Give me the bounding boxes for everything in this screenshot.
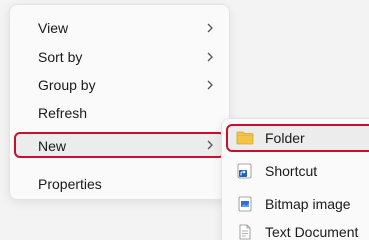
chevron-right-icon [207,80,213,90]
submenu-item-label: Text Document [265,224,359,240]
menu-item-view[interactable]: View [14,15,225,41]
desktop-context-menu-screenshot: View Sort by Group by Refresh New Proper… [0,0,369,240]
menu-item-sort-by[interactable]: Sort by [14,44,225,70]
shortcut-icon [237,163,252,179]
menu-item-label: Group by [38,77,96,93]
bitmap-image-icon [238,196,252,212]
submenu-item-label: Shortcut [265,163,318,179]
menu-item-label: View [38,20,69,36]
menu-item-refresh[interactable]: Refresh [14,100,225,126]
chevron-right-icon [207,52,213,62]
new-submenu: Folder Shortcut Bitmap image Text Docume… [221,118,369,240]
menu-item-label: Sort by [38,49,83,65]
text-document-icon [239,224,251,240]
menu-item-group-by[interactable]: Group by [14,72,225,98]
submenu-item-shortcut[interactable]: Shortcut [226,157,369,185]
submenu-item-folder[interactable]: Folder [226,124,369,152]
submenu-item-label: Folder [265,130,305,146]
menu-item-properties[interactable]: Properties [14,171,225,197]
chevron-right-icon [207,140,213,150]
context-menu: View Sort by Group by Refresh New Proper… [9,4,230,200]
folder-icon [236,131,254,145]
menu-item-label: Properties [38,176,102,192]
submenu-item-label: Bitmap image [265,196,351,212]
chevron-right-icon [207,23,213,33]
menu-item-new[interactable]: New [14,132,225,158]
menu-item-label: Refresh [38,105,88,121]
submenu-item-bitmap-image[interactable]: Bitmap image [226,190,369,218]
menu-item-label: New [38,138,67,154]
submenu-item-text-document[interactable]: Text Document [226,218,369,240]
